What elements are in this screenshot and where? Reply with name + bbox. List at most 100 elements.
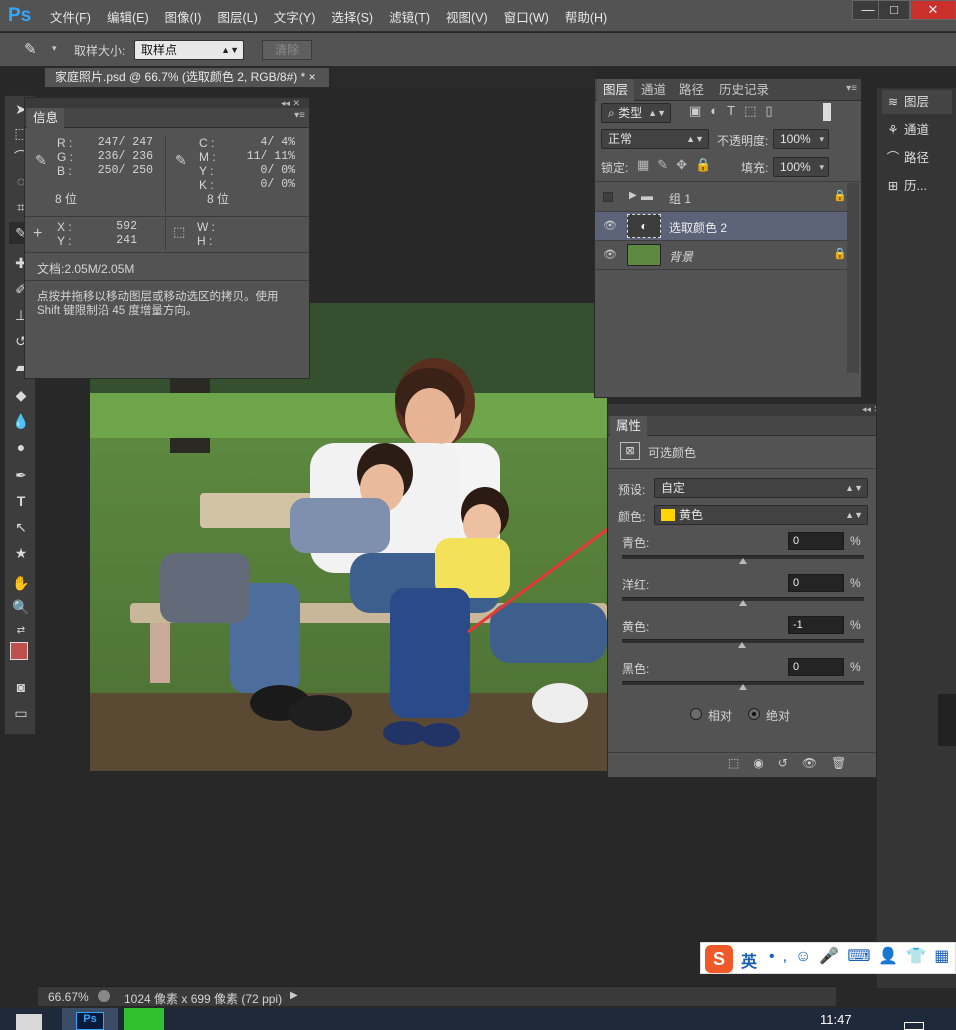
status-menu-arrow-icon[interactable]: ▶ <box>290 990 298 1001</box>
foreground-color-swatch[interactable] <box>10 642 28 660</box>
yellow-input[interactable]: -1 <box>788 616 844 634</box>
restore-button[interactable]: □ <box>878 0 910 20</box>
colors-select[interactable]: 黄色 ▲▼ <box>654 505 868 525</box>
tab-channels[interactable]: 通道 <box>635 79 672 101</box>
clear-button[interactable]: 清除 <box>262 40 312 60</box>
shape-tool-icon[interactable]: ★ <box>9 542 33 564</box>
skin-icon[interactable]: 👕 <box>906 948 934 965</box>
expand-arrow-icon[interactable]: ▶ <box>629 190 637 201</box>
tool-preset-arrow-icon[interactable]: ▾ <box>52 43 57 54</box>
menu-edit[interactable]: 编辑(E) <box>99 7 157 26</box>
wechat-taskbar-icon[interactable] <box>124 1008 164 1030</box>
black-input[interactable]: 0 <box>788 658 844 676</box>
clip-icon[interactable]: ⬚ <box>728 756 753 770</box>
menu-help[interactable]: 帮助(H) <box>557 7 615 26</box>
action-center-icon[interactable] <box>904 1022 924 1030</box>
layer-row-selective-color[interactable]: 👁 ◐ 选取颜色 2 <box>595 212 859 241</box>
cyan-slider-thumb[interactable] <box>739 558 747 564</box>
eyedropper-tool-icon[interactable]: ✎ <box>24 40 37 58</box>
ime-logo-icon[interactable]: S <box>705 945 733 973</box>
tab-layers[interactable]: 图层 <box>597 79 635 101</box>
zoom-tool-icon[interactable]: 🔍 <box>9 596 33 618</box>
black-slider-thumb[interactable] <box>739 684 747 690</box>
zoom-level[interactable]: 66.67% <box>48 990 89 1004</box>
emoji-icon[interactable]: ☺ <box>795 948 819 965</box>
yellow-slider-thumb[interactable] <box>737 642 746 648</box>
magenta-input[interactable]: 0 <box>788 574 844 592</box>
close-window-button[interactable]: ✕ <box>910 0 956 20</box>
menu-filter[interactable]: 滤镜(T) <box>381 7 438 26</box>
relative-radio[interactable] <box>690 708 702 720</box>
quick-mask-icon[interactable]: ◙ <box>9 676 33 698</box>
menu-file[interactable]: 文件(F) <box>42 7 99 26</box>
reset-icon[interactable]: ↺ <box>778 756 802 770</box>
tab-paths[interactable]: 路径 <box>673 79 710 101</box>
path-select-tool-icon[interactable]: ↖ <box>9 516 33 538</box>
layer-filter-icons[interactable]: ▣◐T⬚▯ <box>689 103 782 119</box>
image-thumbnail <box>627 244 661 266</box>
dock-channels[interactable]: ⚘ 通道 <box>882 118 952 142</box>
ime-tool-icons[interactable]: •,☺🎤⌨👤👕▦ <box>769 946 956 966</box>
blur-tool-icon[interactable]: 💧 <box>9 410 33 432</box>
layer-name[interactable]: 背景 <box>669 248 693 265</box>
panel-menu-icon[interactable]: ▾≡ <box>294 110 305 121</box>
magenta-slider-thumb[interactable] <box>739 600 747 606</box>
type-tool-icon[interactable]: T <box>9 490 33 512</box>
menu-window[interactable]: 窗口(W) <box>496 7 557 26</box>
swap-colors-icon[interactable]: ⇄ <box>9 620 33 642</box>
menu-select[interactable]: 选择(S) <box>323 7 381 26</box>
delete-icon[interactable]: 🗑 <box>831 756 860 770</box>
screen-mode-icon[interactable]: ▭ <box>9 702 33 724</box>
properties-footer-icons[interactable]: ⬚◉↺👁🗑 <box>728 756 860 770</box>
bits-right: 8 位 <box>207 192 230 206</box>
menu-type[interactable]: 文字(Y) <box>266 7 324 26</box>
tab-history[interactable]: 历史记录 <box>713 79 775 101</box>
filter-toggle-icon[interactable] <box>823 103 831 121</box>
grid-icon[interactable]: ▦ <box>934 948 956 965</box>
eye-icon[interactable]: 👁 <box>603 248 617 261</box>
paint-bucket-tool-icon[interactable]: ◆ <box>9 384 33 406</box>
dock-layers[interactable]: ≋ 图层 <box>882 90 952 114</box>
pen-tool-icon[interactable]: ✒ <box>9 464 33 486</box>
visibility-off-box[interactable] <box>603 192 613 202</box>
eye-icon[interactable]: 👁 <box>603 219 617 232</box>
document-tab-close-icon[interactable]: × <box>309 70 316 84</box>
tab-properties[interactable]: 属性 <box>610 416 648 436</box>
panel-menu-icon[interactable]: ▾≡ <box>846 83 857 94</box>
voice-icon[interactable]: 🎤 <box>819 948 847 965</box>
visibility-icon[interactable]: 👁 <box>802 756 831 770</box>
opacity-input[interactable]: 100% ▾ <box>773 129 829 149</box>
hand-tool-icon[interactable]: ✋ <box>9 572 33 594</box>
layer-filter-select[interactable]: ⌕ 类型 ▲▼ <box>601 103 671 123</box>
layer-row-group[interactable]: ▶ ▬ 组 1 🔒 <box>595 183 859 212</box>
layer-row-background[interactable]: 👁 背景 🔒 <box>595 241 859 270</box>
document-tab[interactable]: 家庭照片.psd @ 66.7% (选取颜色 2, RGB/8#) * × <box>44 67 330 88</box>
layers-scrollbar[interactable] <box>847 183 859 373</box>
menu-layer[interactable]: 图层(L) <box>209 7 265 26</box>
ime-mode[interactable]: 英 <box>741 948 757 972</box>
dock-paths[interactable]: ⌒ 路径 <box>882 146 952 170</box>
preset-select[interactable]: 自定 ▲▼ <box>654 478 868 498</box>
photoshop-taskbar-icon[interactable]: Ps <box>62 1008 118 1030</box>
layer-name[interactable]: 组 1 <box>669 190 691 207</box>
punctuation-icon[interactable]: •, <box>769 948 795 965</box>
dock-history[interactable]: ⊞ 历... <box>882 174 952 198</box>
menu-image[interactable]: 图像(I) <box>157 7 210 26</box>
lock-icons[interactable]: ▦✎✥🔒 <box>637 157 719 173</box>
layer-name[interactable]: 选取颜色 2 <box>669 219 727 236</box>
explorer-icon[interactable] <box>16 1014 42 1030</box>
status-info-icon[interactable] <box>98 990 110 1002</box>
keyboard-icon[interactable]: ⌨ <box>847 948 878 965</box>
tab-info[interactable]: 信息 <box>27 108 65 128</box>
user-icon[interactable]: 👤 <box>878 948 906 965</box>
blend-mode-select[interactable]: 正常 ▲▼ <box>601 129 709 149</box>
properties-panel: ◂◂ ✕ 属性 ▾≡ ⊠ 可选颜色 预设: 自定▲▼ 颜色: 黄色▲▼ 青色: … <box>607 403 893 778</box>
sample-size-select[interactable]: 取样点 ▲▼ <box>134 40 244 60</box>
y-value: 0/ 0% <box>260 164 295 177</box>
fill-input[interactable]: 100% ▾ <box>773 157 829 177</box>
menu-view[interactable]: 视图(V) <box>438 7 496 26</box>
cyan-input[interactable]: 0 <box>788 532 844 550</box>
absolute-radio[interactable] <box>748 708 760 720</box>
view-previous-icon[interactable]: ◉ <box>753 756 777 770</box>
dodge-tool-icon[interactable]: ● <box>9 436 33 458</box>
